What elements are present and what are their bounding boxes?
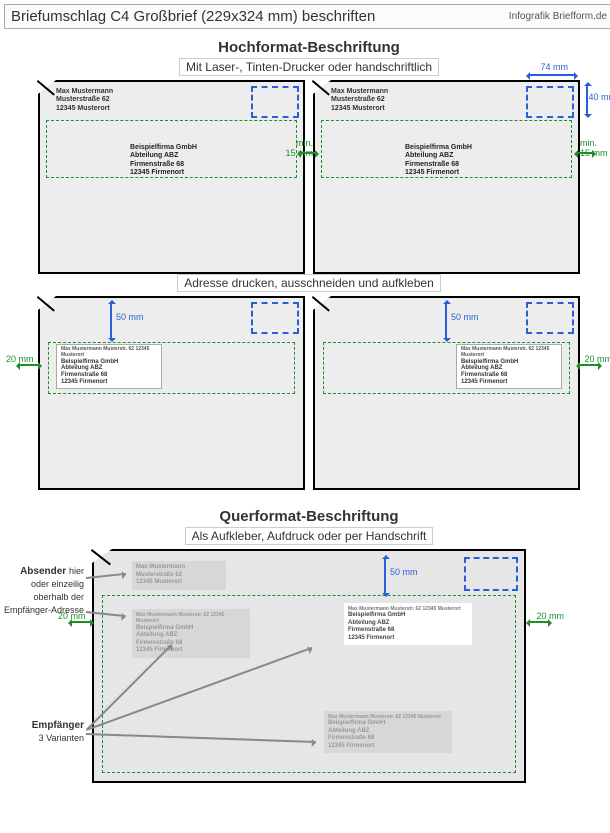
title-bar: Briefumschlag C4 Großbrief (229x324 mm) … [4, 4, 610, 29]
dim-arrow-20-quer-l [72, 621, 90, 623]
dim-20-quer-r: 20 mm [536, 611, 564, 621]
stamp-zone [526, 302, 574, 334]
envelope-landscape: 50 mm Max MustermannMusterstraße 6212345… [92, 549, 526, 783]
hoch-row-1: Max MustermannMusterstraße 6212345 Muste… [4, 80, 610, 274]
address-label: Max Mustermann Musterstr. 62 12345 Muste… [56, 344, 162, 389]
source-credit: Infografik Briefform.de [509, 11, 607, 22]
stamp-zone [251, 302, 299, 334]
recipient-variant-1: Max Mustermann Musterstr. 62 12345 Muste… [132, 609, 250, 658]
dim-50: 50 mm [451, 312, 479, 322]
stamp-zone [251, 86, 299, 118]
page-title: Briefumschlag C4 Großbrief (229x324 mm) … [11, 8, 375, 25]
envelope-portrait-1: Max MustermannMusterstraße 6212345 Muste… [38, 80, 305, 274]
envelope-portrait-2: Max MustermannMusterstraße 6212345 Muste… [313, 80, 580, 274]
sender-block: Max MustermannMusterstraße 6212345 Muste… [331, 88, 388, 113]
dim-margin-r: min. 15 mm [580, 138, 608, 158]
dim-arrow-20-r [580, 364, 598, 366]
dim-arrow-50-quer [384, 559, 386, 593]
dim-20-r: 20 mm [584, 354, 610, 364]
section-heading-hoch: Hochformat-Beschriftung [4, 39, 610, 56]
envelope-portrait-3: 50 mm Max Mustermann Musterstr. 62 12345… [38, 296, 305, 490]
dim-arrow-20-quer-r [530, 621, 548, 623]
dim-arrow-50 [445, 304, 447, 338]
dim-margin-l: min. 15 mm [285, 138, 313, 158]
sender-variant-block: Max MustermannMusterstraße 6212345 Muste… [132, 561, 226, 590]
dim-20-l: 20 mm [6, 354, 34, 364]
recipient-block: Beispielfirma GmbHAbteilung ABZFirmenstr… [405, 144, 472, 178]
hoch-row-2: 50 mm Max Mustermann Musterstr. 62 12345… [4, 296, 610, 490]
dim-stamp-w: 74 mm [540, 62, 568, 72]
dim-arrow-stamp-w [530, 74, 574, 76]
recipient-variant-2: Max Mustermann Musterstr. 62 12345 Muste… [344, 603, 472, 645]
recipient-variant-3: Max Mustermann Musterstr. 62 12345 Muste… [324, 711, 452, 753]
address-label: Max Mustermann Musterstr. 62 12345 Muste… [456, 344, 562, 389]
recipient-block: Beispielfirma GmbHAbteilung ABZFirmenstr… [130, 144, 197, 178]
section-heading-quer: Querformat-Beschriftung [4, 508, 610, 525]
dim-arrow-50 [110, 304, 112, 338]
subhead-quer: Als Aufkleber, Aufdruck oder per Handsch… [185, 527, 434, 545]
absender-label: Absender hier oder einzeilig oberhalb de… [0, 565, 84, 617]
empfaenger-label: Empfänger3 Varianten [0, 719, 84, 745]
envelope-portrait-4: 50 mm Max Mustermann Musterstr. 62 12345… [313, 296, 580, 490]
dim-50-quer: 50 mm [390, 567, 418, 577]
dim-50: 50 mm [116, 312, 144, 322]
stamp-zone [526, 86, 574, 118]
dim-arrow-20-l [20, 364, 38, 366]
stamp-zone [464, 557, 518, 591]
subhead-hoch-1: Mit Laser-, Tinten-Drucker oder handschr… [179, 58, 439, 76]
subhead-hoch-2: Adresse drucken, ausschneiden und aufkle… [177, 274, 441, 292]
dim-stamp-h: 40 mm [588, 92, 610, 102]
sender-block: Max MustermannMusterstraße 6212345 Muste… [56, 88, 113, 113]
